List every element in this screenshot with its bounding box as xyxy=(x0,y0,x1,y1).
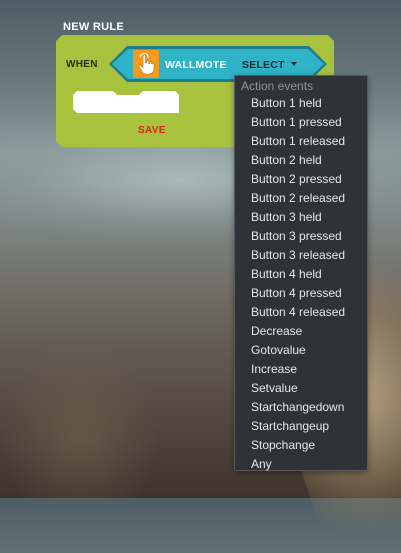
dropdown-item[interactable]: Button 1 pressed xyxy=(235,113,367,132)
dropdown-item[interactable]: Button 1 held xyxy=(235,94,367,113)
when-label: WHEN xyxy=(66,59,98,70)
dropdown-item[interactable]: Setvalue xyxy=(235,379,367,398)
event-dropdown-menu: Action events Button 1 held Button 1 pre… xyxy=(234,75,368,471)
select-event-button[interactable]: SELECT xyxy=(242,59,297,71)
dropdown-item[interactable]: Button 4 pressed xyxy=(235,284,367,303)
dropdown-item[interactable]: Button 4 released xyxy=(235,303,367,322)
dropdown-item[interactable]: Startchangeup xyxy=(235,417,367,436)
dropdown-item[interactable]: Increase xyxy=(235,360,367,379)
background-shadow xyxy=(0,340,160,500)
dropdown-item[interactable]: Startchangedown xyxy=(235,398,367,417)
select-label: SELECT xyxy=(242,59,285,71)
dropdown-item[interactable]: Gotovalue xyxy=(235,341,367,360)
save-button[interactable]: SAVE xyxy=(138,125,166,136)
dropdown-item[interactable]: Button 2 held xyxy=(235,151,367,170)
dropdown-item[interactable]: Button 4 held xyxy=(235,265,367,284)
dropdown-list: Button 1 held Button 1 pressed Button 1 … xyxy=(235,94,367,474)
dropdown-item[interactable]: Stopchange xyxy=(235,436,367,455)
dropdown-item[interactable]: Button 2 pressed xyxy=(235,170,367,189)
device-name: WALLMOTE xyxy=(165,59,227,71)
dropdown-item[interactable]: Button 3 pressed xyxy=(235,227,367,246)
dropdown-item[interactable]: Button 3 held xyxy=(235,208,367,227)
dropdown-item[interactable]: Button 2 released xyxy=(235,189,367,208)
dropdown-header: Action events xyxy=(241,79,314,93)
dropdown-item[interactable]: Button 1 released xyxy=(235,132,367,151)
dropdown-item[interactable]: Any xyxy=(235,455,367,474)
dropdown-item[interactable]: Decrease xyxy=(235,322,367,341)
hand-touch-icon xyxy=(133,50,159,78)
page-title: NEW RULE xyxy=(63,21,125,33)
caret-down-icon xyxy=(290,62,297,66)
dropdown-item[interactable]: Button 3 released xyxy=(235,246,367,265)
